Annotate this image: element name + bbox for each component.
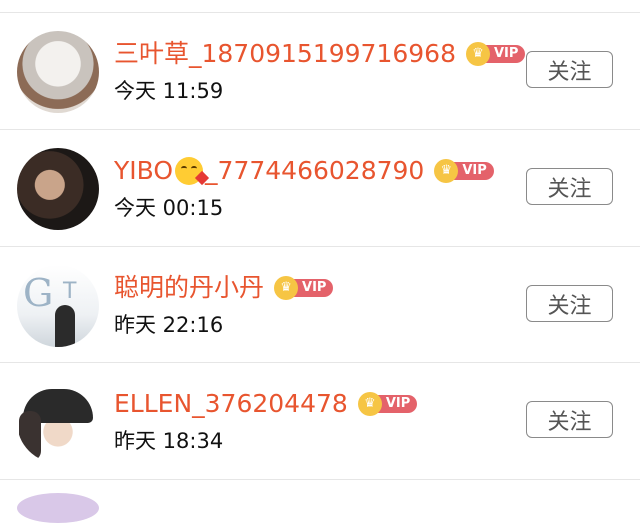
avatar[interactable] [17, 381, 99, 463]
vip-badge: ♛ VIP [357, 392, 418, 416]
vip-badge: ♛ VIP [466, 42, 526, 66]
list-item[interactable]: GT 聪明的丹小丹 ♛ VIP 昨天 22:16 关注 [0, 247, 640, 363]
username-text: ELLEN_376204478 [114, 389, 348, 418]
list-item[interactable]: YIBO _7774466028790 ♛ VIP 今天 00:15 关注 [0, 130, 640, 246]
divider [0, 479, 640, 480]
avatar[interactable] [17, 493, 99, 523]
follow-button[interactable]: 关注 [526, 51, 613, 88]
follow-button[interactable]: 关注 [526, 401, 613, 438]
follower-list: 三叶草_187091519971​6968 ♛ VIP 今天 11:59 关注 … [0, 0, 640, 523]
timestamp: 今天 00:15 [114, 196, 224, 220]
timestamp: 昨天 18:34 [114, 429, 224, 453]
vip-badge: ♛ VIP [434, 159, 494, 183]
timestamp: 昨天 22:16 [114, 313, 224, 337]
timestamp: 今天 11:59 [114, 79, 224, 103]
follow-button[interactable]: 关注 [526, 168, 613, 205]
crown-icon: ♛ [466, 42, 490, 66]
follow-button[interactable]: 关注 [526, 285, 613, 322]
crown-icon: ♛ [274, 276, 299, 300]
list-item[interactable]: 三叶草_187091519971​6968 ♛ VIP 今天 11:59 关注 [0, 13, 640, 129]
list-item[interactable]: ELLEN_376204478 ♛ VIP 昨天 18:34 关注 [0, 363, 640, 479]
kissing-face-emoji-icon [175, 157, 210, 186]
avatar[interactable] [17, 31, 99, 113]
avatar[interactable] [17, 148, 99, 230]
vip-badge: ♛ VIP [274, 276, 334, 300]
username[interactable]: 聪明的丹小丹 ♛ VIP [114, 271, 334, 305]
username-text-suffix: _7774466028790 [205, 156, 425, 185]
username-text-prefix: YIBO [114, 156, 174, 185]
username[interactable]: ELLEN_376204478 ♛ VIP [114, 387, 418, 421]
username-text: 聪明的丹小丹 [114, 273, 265, 302]
username-text: 三叶草_187091519971​6968 [114, 39, 456, 68]
avatar[interactable]: GT [17, 265, 99, 347]
crown-icon: ♛ [357, 392, 382, 416]
username[interactable]: YIBO _7774466028790 ♛ VIP [114, 154, 494, 188]
username[interactable]: 三叶草_187091519971​6968 ♛ VIP [114, 37, 526, 71]
